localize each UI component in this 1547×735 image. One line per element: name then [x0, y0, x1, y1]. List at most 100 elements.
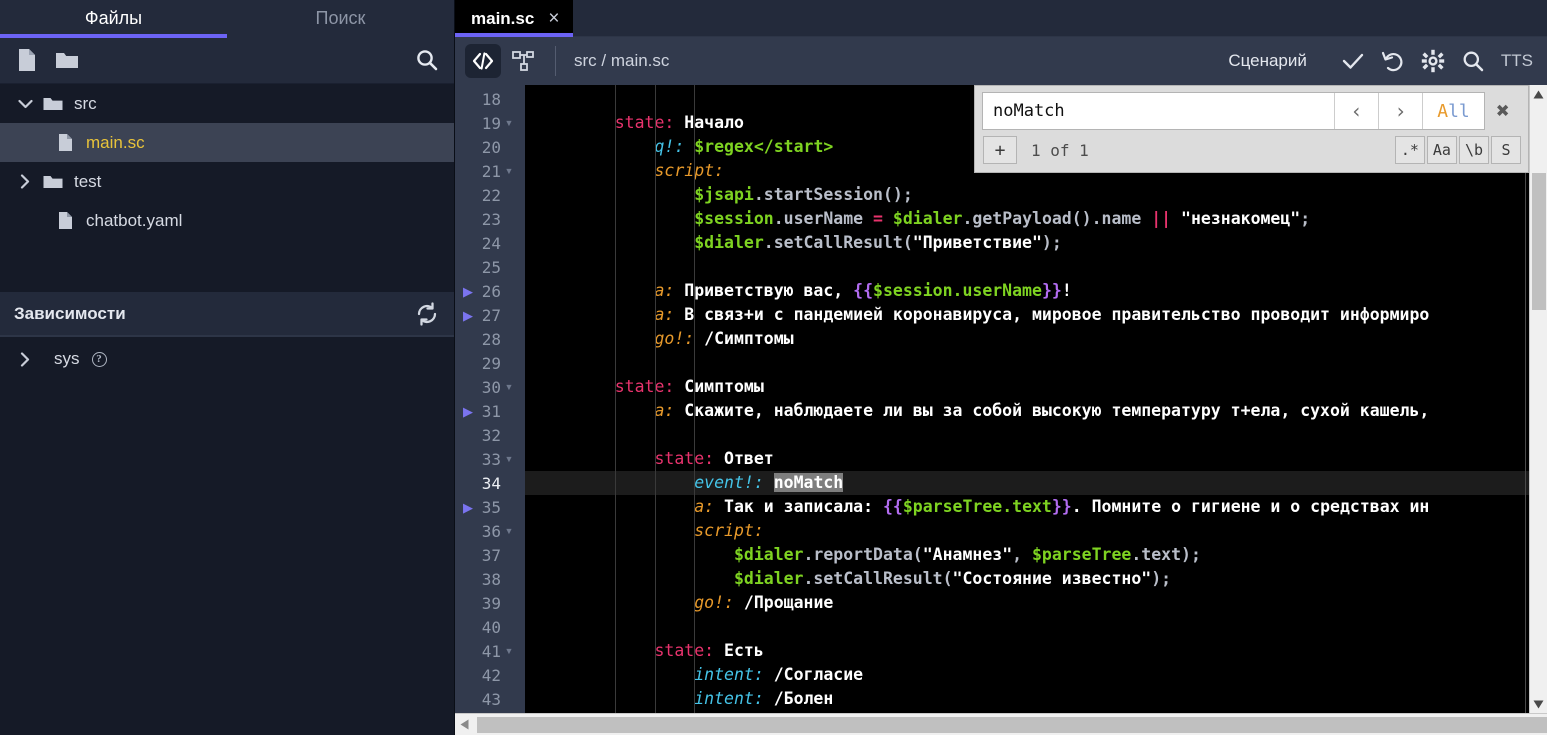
close-icon[interactable]: ✖ — [1485, 92, 1521, 130]
code-line[interactable] — [525, 351, 1547, 375]
code-line[interactable]: a: Скажите, наблюдаете ли вы за собой вы… — [525, 399, 1547, 423]
code-line[interactable]: $session.userName = $dialer.getPayload()… — [525, 207, 1547, 231]
chevron-down-icon[interactable] — [10, 99, 40, 109]
run-line-icon[interactable]: ▶ — [461, 285, 475, 298]
code-icon[interactable] — [465, 44, 501, 78]
line-number: 33 — [455, 450, 501, 469]
tts-button[interactable]: TTS — [1501, 51, 1533, 71]
code-line[interactable]: event!: noMatch — [525, 471, 1547, 495]
code-line[interactable]: $jsapi.startSession(); — [525, 183, 1547, 207]
graph-icon[interactable] — [505, 44, 541, 78]
scenario-button[interactable]: Сценарий — [1228, 51, 1307, 71]
line-number: 34 — [455, 474, 501, 493]
code-line[interactable]: a: Приветствую вас, {{$session.userName}… — [525, 279, 1547, 303]
scroll-up-arrow[interactable] — [1530, 85, 1547, 103]
gutter-line: ▶26 — [455, 279, 525, 303]
code-line[interactable]: a: Так и записала: {{$parseTree.text}}. … — [525, 495, 1547, 519]
code-area[interactable]: state: Начало q!: $regex</start> script:… — [525, 85, 1547, 713]
code-line[interactable]: a: В связ+и с пандемией коронавируса, ми… — [525, 303, 1547, 327]
run-line-icon[interactable]: ▶ — [461, 501, 475, 514]
code-line[interactable]: $dialer.setCallResult("Приветствие"); — [525, 231, 1547, 255]
code-line[interactable] — [525, 615, 1547, 639]
gear-icon[interactable] — [1413, 44, 1453, 78]
gutter-line: 28 — [455, 327, 525, 351]
code-line[interactable]: go!: /Симптомы — [525, 327, 1547, 351]
fold-toggle-icon[interactable]: ▼ — [501, 383, 517, 392]
find-option-case[interactable]: Aa — [1427, 136, 1457, 164]
search-icon[interactable] — [414, 47, 440, 73]
sidebar-tab-files-label: Файлы — [85, 8, 142, 29]
close-icon[interactable]: × — [548, 8, 559, 30]
find-option-word[interactable]: \b — [1459, 136, 1489, 164]
find-panel: ‹ › All ✖ + 1 of 1 .* Aa \b S — [974, 85, 1529, 173]
vertical-scroll-thumb[interactable] — [1532, 173, 1546, 310]
gutter-line: 40 — [455, 615, 525, 639]
run-line-icon[interactable]: ▶ — [461, 405, 475, 418]
find-prev-button[interactable]: ‹ — [1334, 93, 1378, 129]
code-line[interactable]: state: Симптомы — [525, 375, 1547, 399]
tree-item-test[interactable]: test — [0, 162, 454, 201]
sidebar-tab-files[interactable]: Файлы — [0, 0, 227, 37]
code-line[interactable]: intent: /Болен — [525, 687, 1547, 711]
tabbar-empty-area — [573, 0, 1547, 37]
new-folder-icon[interactable] — [54, 47, 80, 73]
new-file-icon[interactable] — [14, 47, 40, 73]
code-line[interactable]: go!: /Прощание — [525, 591, 1547, 615]
fold-toggle-icon[interactable]: ▼ — [501, 527, 517, 536]
tree-item-test-label: test — [74, 172, 101, 192]
find-option-regex[interactable]: .* — [1395, 136, 1425, 164]
line-number: 24 — [455, 234, 501, 253]
code-line[interactable]: state: Есть — [525, 639, 1547, 663]
vertical-scrollbar[interactable] — [1529, 85, 1547, 713]
line-number: 22 — [455, 186, 501, 205]
gutter-line: 34 — [455, 471, 525, 495]
code-line[interactable]: script: — [525, 519, 1547, 543]
dependency-item-sys[interactable]: sys ? — [0, 337, 454, 381]
gutter-line: 18 — [455, 87, 525, 111]
run-line-icon[interactable]: ▶ — [461, 309, 475, 322]
gutter-line: 38 — [455, 567, 525, 591]
breadcrumb[interactable]: src / main.sc — [574, 51, 669, 71]
line-number: 21 — [455, 162, 501, 181]
scroll-left-arrow[interactable] — [455, 716, 473, 734]
code-line[interactable]: $dialer.reportData("Анамнез", $parseTree… — [525, 543, 1547, 567]
tree-item-main-sc[interactable]: main.sc — [0, 123, 454, 162]
chevron-right-icon[interactable] — [10, 352, 40, 367]
editor-toolbar: src / main.sc Сценарий TTS — [455, 37, 1547, 85]
code-line[interactable] — [525, 423, 1547, 447]
code-line[interactable]: state: Ответ — [525, 447, 1547, 471]
find-add-button[interactable]: + — [983, 136, 1017, 164]
code-line[interactable]: intent: /Согласие — [525, 663, 1547, 687]
scroll-down-arrow[interactable] — [1530, 695, 1547, 713]
find-input[interactable] — [983, 93, 1334, 129]
check-icon[interactable] — [1333, 44, 1373, 78]
fold-toggle-icon[interactable]: ▼ — [501, 119, 517, 128]
line-number: 19 — [455, 114, 501, 133]
chevron-right-icon[interactable] — [10, 174, 40, 189]
horizontal-scroll-thumb[interactable] — [477, 717, 1547, 733]
help-icon[interactable]: ? — [92, 352, 107, 367]
tree-item-chatbot-yaml-label: chatbot.yaml — [86, 211, 182, 231]
refresh-icon[interactable] — [414, 301, 440, 327]
fold-toggle-icon[interactable]: ▼ — [501, 455, 517, 464]
fold-toggle-icon[interactable]: ▼ — [501, 647, 517, 656]
code-line[interactable]: $dialer.setCallResult("Состояние известн… — [525, 567, 1547, 591]
editor-tabbar: main.sc × — [455, 0, 1547, 37]
line-number: 41 — [455, 642, 501, 661]
find-next-button[interactable]: › — [1378, 93, 1422, 129]
gutter-line: 22 — [455, 183, 525, 207]
folder-icon — [40, 174, 66, 190]
fold-toggle-icon[interactable]: ▼ — [501, 167, 517, 176]
gutter-line: 29 — [455, 351, 525, 375]
tree-item-src[interactable]: src — [0, 84, 454, 123]
search-icon[interactable] — [1453, 44, 1493, 78]
find-option-selection[interactable]: S — [1491, 136, 1521, 164]
find-all-button[interactable]: All — [1422, 93, 1484, 129]
horizontal-scrollbar[interactable] — [455, 713, 1547, 735]
sidebar-tab-search[interactable]: Поиск — [227, 0, 454, 37]
editor-tab-main-sc[interactable]: main.sc × — [455, 0, 573, 37]
undo-icon[interactable] — [1373, 44, 1413, 78]
line-number: 37 — [455, 546, 501, 565]
tree-item-chatbot-yaml[interactable]: chatbot.yaml — [0, 201, 454, 240]
code-line[interactable] — [525, 255, 1547, 279]
